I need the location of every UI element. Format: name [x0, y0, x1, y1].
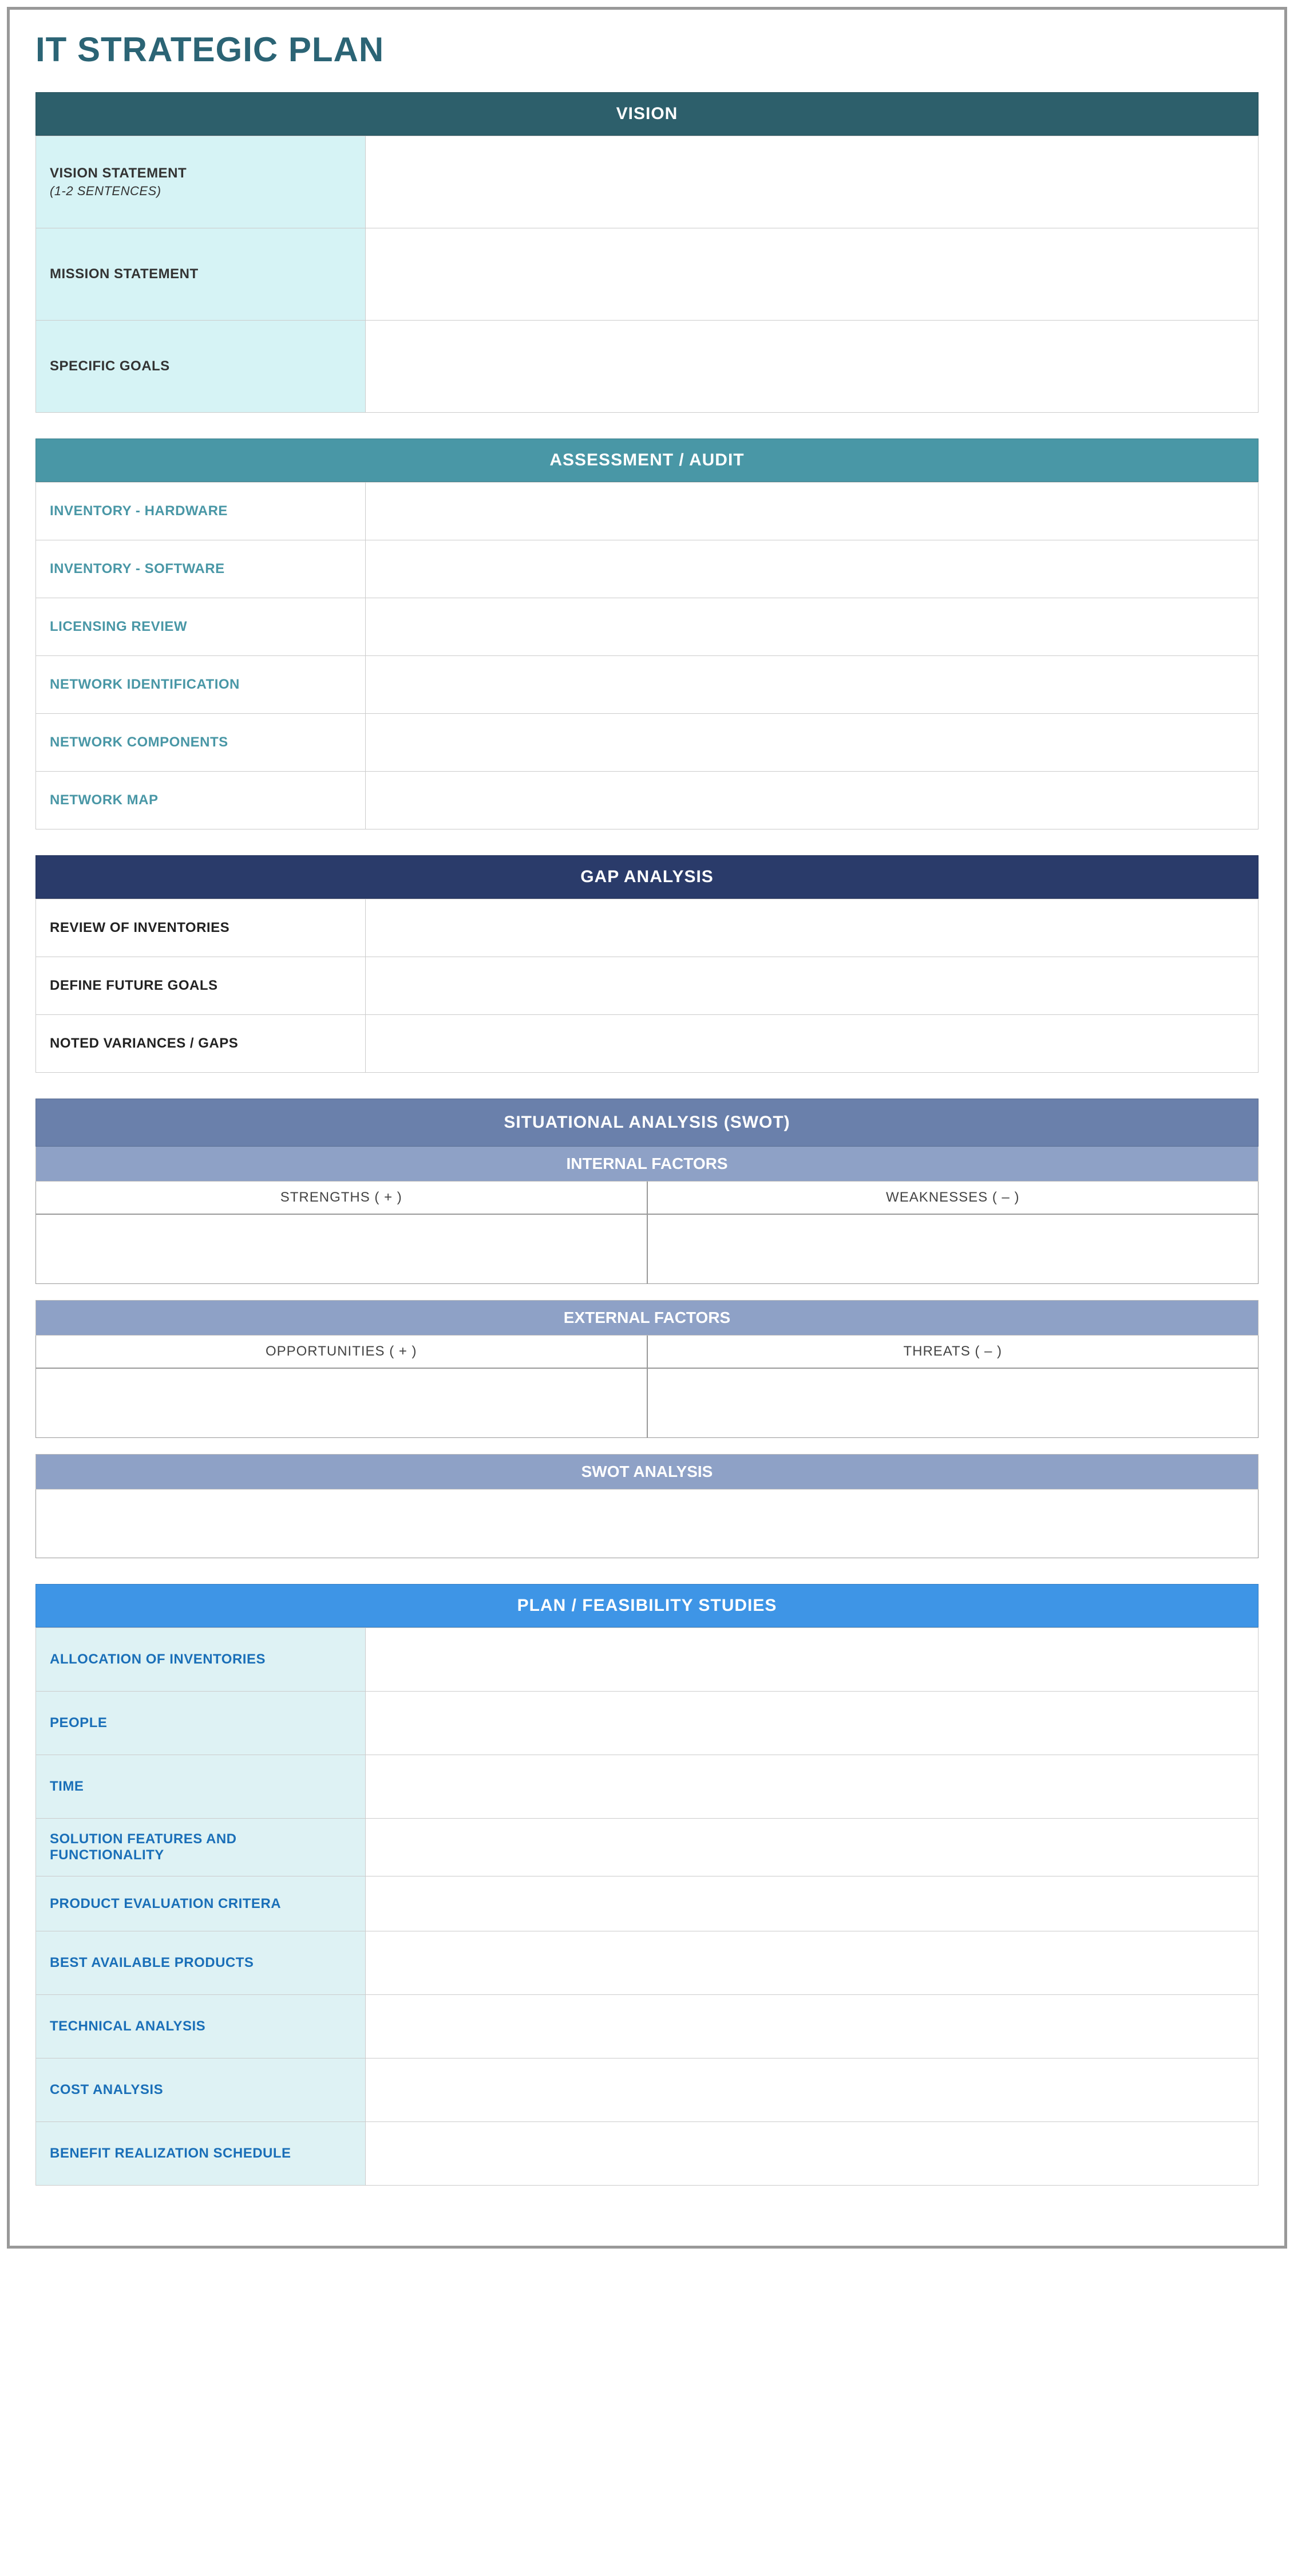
section-plan: PLAN / FEASIBILITY STUDIES ALLOCATION OF… — [35, 1584, 1259, 2186]
gap-row: REVIEW OF INVENTORIES — [35, 899, 1259, 957]
assess-row-value[interactable] — [366, 714, 1258, 771]
vision-row-label: SPECIFIC GOALS — [36, 321, 366, 412]
assess-row-label: INVENTORY - HARDWARE — [36, 483, 366, 540]
label-text: SPECIFIC GOALS — [50, 358, 351, 374]
swot-strengths-header: STRENGTHS ( + ) — [36, 1182, 647, 1215]
plan-row-label: SOLUTION FEATURES AND FUNCTIONALITY — [36, 1819, 366, 1876]
plan-row-value[interactable] — [366, 1995, 1258, 2058]
swot-weaknesses: WEAKNESSES ( – ) — [648, 1182, 1259, 1283]
plan-row: BENEFIT REALIZATION SCHEDULE — [35, 2122, 1259, 2186]
assess-row-label: NETWORK COMPONENTS — [36, 714, 366, 771]
plan-row: TIME — [35, 1755, 1259, 1819]
assess-row: NETWORK IDENTIFICATION — [35, 656, 1259, 714]
assess-row: INVENTORY - SOFTWARE — [35, 540, 1259, 598]
gap-row: NOTED VARIANCES / GAPS — [35, 1015, 1259, 1073]
plan-row: BEST AVAILABLE PRODUCTS — [35, 1931, 1259, 1995]
vision-row-value[interactable] — [366, 228, 1258, 320]
gap-row-label: NOTED VARIANCES / GAPS — [36, 1015, 366, 1072]
plan-row-label: TECHNICAL ANALYSIS — [36, 1995, 366, 2058]
assess-row-label: NETWORK IDENTIFICATION — [36, 656, 366, 713]
plan-row-label: ALLOCATION OF INVENTORIES — [36, 1628, 366, 1691]
plan-row-value[interactable] — [366, 1755, 1258, 1818]
assess-row-value[interactable] — [366, 540, 1258, 598]
plan-row-value[interactable] — [366, 2122, 1258, 2185]
label-text: MISSION STATEMENT — [50, 266, 351, 282]
plan-row-value[interactable] — [366, 1876, 1258, 1931]
section-assessment: ASSESSMENT / AUDIT INVENTORY - HARDWARE … — [35, 438, 1259, 829]
page-container: IT STRATEGIC PLAN VISION VISION STATEMEN… — [7, 7, 1287, 2249]
vision-row-value[interactable] — [366, 136, 1258, 228]
swot-strengths-body[interactable] — [36, 1215, 647, 1283]
plan-row: PRODUCT EVALUATION CRITERA — [35, 1876, 1259, 1931]
assess-row-label: NETWORK MAP — [36, 772, 366, 829]
assess-row-value[interactable] — [366, 483, 1258, 540]
section-vision: VISION VISION STATEMENT (1-2 SENTENCES) … — [35, 92, 1259, 413]
plan-row-value[interactable] — [366, 1819, 1258, 1876]
gap-row: DEFINE FUTURE GOALS — [35, 957, 1259, 1015]
swot-threats-header: THREATS ( – ) — [648, 1336, 1259, 1369]
gap-row-label: DEFINE FUTURE GOALS — [36, 957, 366, 1014]
assess-row-label: INVENTORY - SOFTWARE — [36, 540, 366, 598]
plan-row-value[interactable] — [366, 1692, 1258, 1755]
swot-external-header: EXTERNAL FACTORS — [35, 1300, 1259, 1336]
swot-weaknesses-header: WEAKNESSES ( – ) — [648, 1182, 1259, 1215]
assess-row: NETWORK MAP — [35, 772, 1259, 829]
swot-strengths: STRENGTHS ( + ) — [36, 1182, 648, 1283]
assess-row-label: LICENSING REVIEW — [36, 598, 366, 655]
swot-header: SITUATIONAL ANALYSIS (SWOT) — [35, 1099, 1259, 1147]
vision-row-value[interactable] — [366, 321, 1258, 412]
assess-row: INVENTORY - HARDWARE — [35, 482, 1259, 540]
vision-row: MISSION STATEMENT — [35, 228, 1259, 321]
section-gap: GAP ANALYSIS REVIEW OF INVENTORIES DEFIN… — [35, 855, 1259, 1073]
plan-row: SOLUTION FEATURES AND FUNCTIONALITY — [35, 1819, 1259, 1876]
vision-row: VISION STATEMENT (1-2 SENTENCES) — [35, 136, 1259, 228]
swot-threats-body[interactable] — [648, 1369, 1259, 1437]
swot-opportunities: OPPORTUNITIES ( + ) — [36, 1336, 648, 1437]
swot-threats: THREATS ( – ) — [648, 1336, 1259, 1437]
page-title: IT STRATEGIC PLAN — [35, 30, 1259, 69]
vision-header: VISION — [35, 92, 1259, 136]
vision-row-label: MISSION STATEMENT — [36, 228, 366, 320]
gap-row-value[interactable] — [366, 1015, 1258, 1072]
swot-external-grid: OPPORTUNITIES ( + ) THREATS ( – ) — [35, 1336, 1259, 1438]
plan-row-label: COST ANALYSIS — [36, 2059, 366, 2121]
plan-row-value[interactable] — [366, 2059, 1258, 2121]
swot-weaknesses-body[interactable] — [648, 1215, 1259, 1283]
plan-row-label: PRODUCT EVALUATION CRITERA — [36, 1876, 366, 1931]
assess-row-value[interactable] — [366, 656, 1258, 713]
assess-row-value[interactable] — [366, 772, 1258, 829]
gap-header: GAP ANALYSIS — [35, 855, 1259, 899]
plan-row: COST ANALYSIS — [35, 2059, 1259, 2122]
swot-internal-header: INTERNAL FACTORS — [35, 1147, 1259, 1182]
assess-row-value[interactable] — [366, 598, 1258, 655]
vision-row-label: VISION STATEMENT (1-2 SENTENCES) — [36, 136, 366, 228]
swot-internal-grid: STRENGTHS ( + ) WEAKNESSES ( – ) — [35, 1182, 1259, 1284]
vision-row: SPECIFIC GOALS — [35, 321, 1259, 413]
gap-row-value[interactable] — [366, 899, 1258, 957]
swot-analysis-body[interactable] — [35, 1490, 1259, 1558]
plan-row: TECHNICAL ANALYSIS — [35, 1995, 1259, 2059]
plan-row-label: BENEFIT REALIZATION SCHEDULE — [36, 2122, 366, 2185]
plan-row-value[interactable] — [366, 1931, 1258, 1994]
assess-row: LICENSING REVIEW — [35, 598, 1259, 656]
gap-row-label: REVIEW OF INVENTORIES — [36, 899, 366, 957]
plan-row-label: PEOPLE — [36, 1692, 366, 1755]
plan-row-value[interactable] — [366, 1628, 1258, 1691]
assess-row: NETWORK COMPONENTS — [35, 714, 1259, 772]
plan-row: PEOPLE — [35, 1692, 1259, 1755]
plan-header: PLAN / FEASIBILITY STUDIES — [35, 1584, 1259, 1627]
plan-row-label: TIME — [36, 1755, 366, 1818]
swot-opportunities-header: OPPORTUNITIES ( + ) — [36, 1336, 647, 1369]
swot-opportunities-body[interactable] — [36, 1369, 647, 1437]
plan-row-label: BEST AVAILABLE PRODUCTS — [36, 1931, 366, 1994]
label-sub: (1-2 SENTENCES) — [50, 184, 351, 199]
plan-row: ALLOCATION OF INVENTORIES — [35, 1627, 1259, 1692]
swot-analysis-header: SWOT ANALYSIS — [35, 1454, 1259, 1490]
label-text: VISION STATEMENT — [50, 165, 351, 181]
section-swot: SITUATIONAL ANALYSIS (SWOT) INTERNAL FAC… — [35, 1099, 1259, 1558]
gap-row-value[interactable] — [366, 957, 1258, 1014]
assessment-header: ASSESSMENT / AUDIT — [35, 438, 1259, 482]
